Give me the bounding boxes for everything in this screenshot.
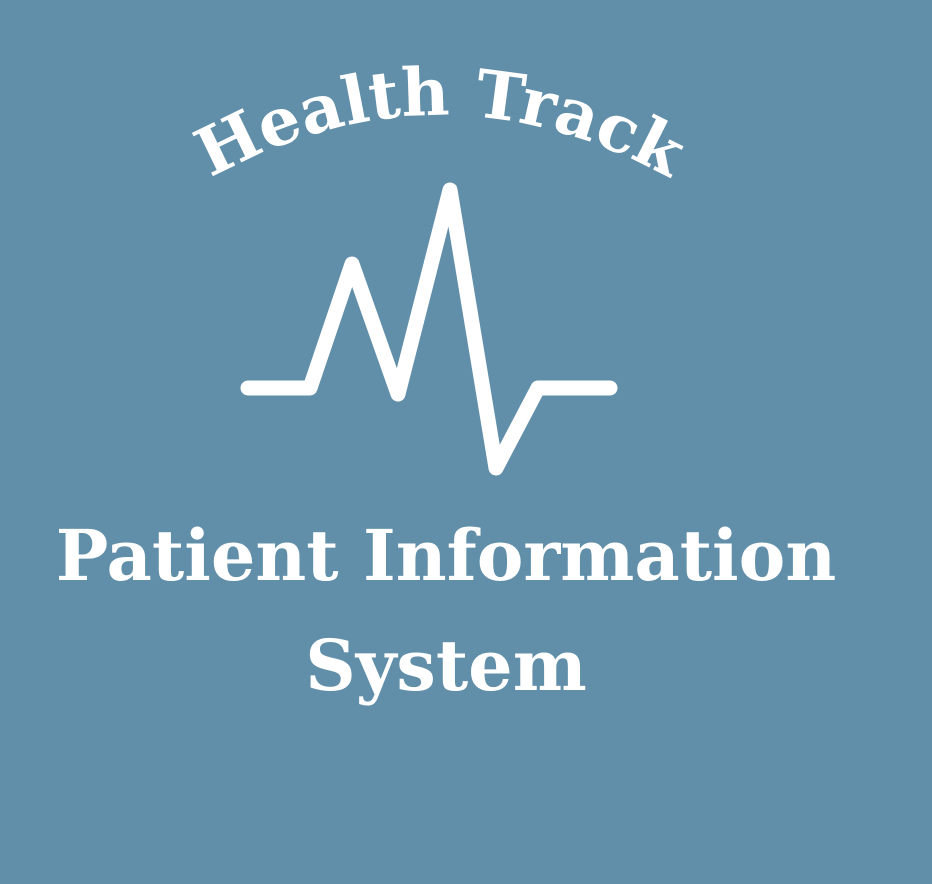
splash-screen: Health Track Patient Information System [0, 0, 932, 884]
subtitle-line-1: Patient Information [55, 514, 837, 597]
logo-graphic: Health Track [183, 52, 699, 476]
subtitle-line-2: System [305, 624, 587, 707]
brand-name: Health Track [183, 52, 699, 192]
brand-name-text: Health Track [183, 52, 699, 192]
heartbeat-pulse-icon [240, 182, 618, 476]
